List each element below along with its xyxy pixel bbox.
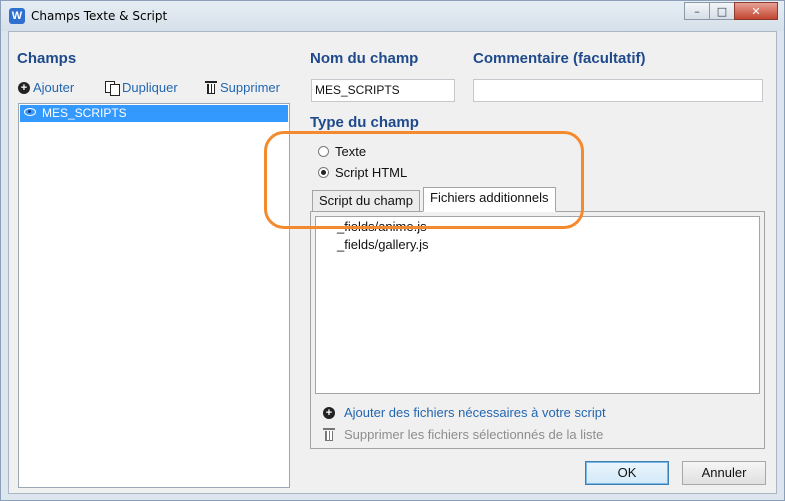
radio-circle[interactable]: [318, 146, 329, 157]
ok-button[interactable]: OK: [585, 461, 669, 485]
app-logo-icon: W: [9, 8, 25, 24]
window-controls: – □ ✕: [684, 2, 778, 22]
cancel-button[interactable]: Annuler: [682, 461, 766, 485]
field-name-label: Nom du champ: [310, 50, 419, 67]
minimize-button[interactable]: –: [684, 2, 710, 20]
list-item-label: MES_SCRIPTS: [42, 106, 127, 120]
duplicate-icon: [105, 80, 120, 96]
radio-circle-checked[interactable]: [318, 167, 329, 178]
fields-list[interactable]: MES_SCRIPTS: [18, 103, 290, 488]
radio-text[interactable]: Texte: [318, 144, 366, 159]
field-type-label: Type du champ: [310, 114, 419, 131]
tab-script-du-champ[interactable]: Script du champ: [312, 190, 420, 212]
delete-field-label: Supprimer: [220, 80, 280, 95]
radio-script-html-label: Script HTML: [335, 165, 408, 180]
field-name-input[interactable]: MES_SCRIPTS: [311, 79, 455, 102]
add-field-label: Ajouter: [33, 80, 75, 95]
radio-text-label: Texte: [335, 144, 367, 159]
trash-icon: [323, 427, 335, 442]
plus-icon: +: [323, 406, 335, 419]
close-icon: ✕: [751, 5, 761, 18]
eye-icon: [24, 108, 36, 116]
radio-script-html[interactable]: Script HTML: [318, 165, 407, 180]
delete-field-button[interactable]: Supprimer: [205, 80, 280, 95]
trash-icon: [205, 80, 217, 95]
window-title: Champs Texte & Script: [31, 9, 168, 23]
maximize-icon: □: [716, 5, 728, 18]
fields-section-title: Champs: [17, 50, 77, 67]
add-field-button[interactable]: + Ajouter: [18, 80, 74, 95]
add-files-label: Ajouter des fichiers nécessaires à votre…: [344, 405, 606, 420]
duplicate-field-button[interactable]: Dupliquer: [105, 80, 178, 96]
plus-icon: +: [18, 81, 30, 94]
additional-files-list[interactable]: _fields/anime.js _fields/gallery.js: [315, 216, 760, 394]
add-files-link[interactable]: + Ajouter des fichiers nécessaires à vot…: [323, 405, 606, 420]
comment-input[interactable]: [473, 79, 763, 102]
comment-label: Commentaire (facultatif): [473, 50, 646, 67]
title-bar[interactable]: W Champs Texte & Script – □ ✕: [1, 1, 784, 31]
dialog-window: W Champs Texte & Script – □ ✕ Champs + A…: [0, 0, 785, 501]
list-item[interactable]: _fields/anime.js: [337, 219, 427, 234]
remove-files-label: Supprimer les fichiers sélectionnés de l…: [344, 427, 604, 442]
dialog-body: Champs + Ajouter Dupliquer Supprimer MES…: [8, 31, 777, 494]
tab-panel: _fields/anime.js _fields/gallery.js + Aj…: [310, 211, 765, 449]
tab-fichiers-additionnels[interactable]: Fichiers additionnels: [423, 187, 556, 212]
list-item[interactable]: _fields/gallery.js: [337, 237, 429, 252]
maximize-button[interactable]: □: [709, 2, 735, 20]
minimize-icon: –: [694, 5, 700, 18]
list-item[interactable]: MES_SCRIPTS: [20, 105, 288, 122]
close-button[interactable]: ✕: [734, 2, 778, 20]
remove-files-link[interactable]: Supprimer les fichiers sélectionnés de l…: [323, 427, 603, 442]
duplicate-field-label: Dupliquer: [122, 80, 178, 95]
